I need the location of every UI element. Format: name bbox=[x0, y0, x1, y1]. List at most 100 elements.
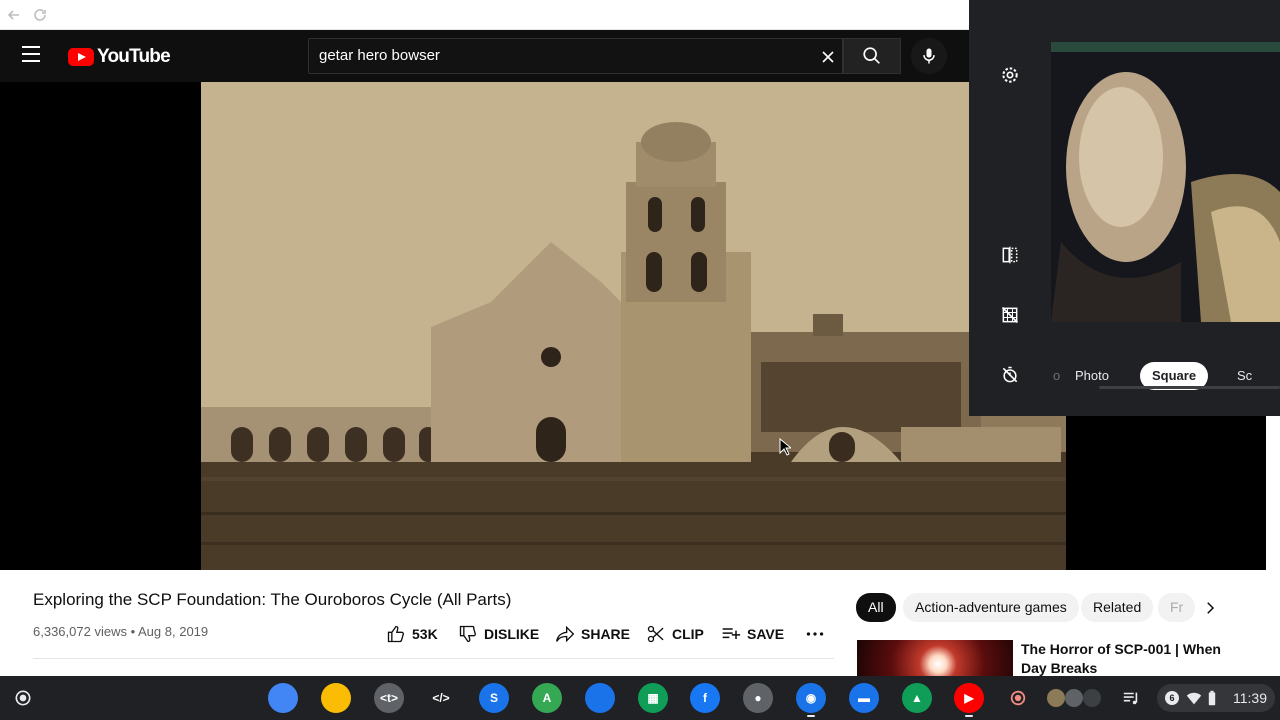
dislike-label: DISLIKE bbox=[484, 626, 540, 642]
mode-track bbox=[1099, 386, 1280, 389]
camera-app-window: o Photo Square Sc bbox=[969, 0, 1280, 416]
clip-label: CLIP bbox=[672, 626, 704, 642]
running-indicator bbox=[807, 715, 815, 717]
view-count: 6,336,072 views bbox=[33, 624, 127, 639]
camera-preview bbox=[1051, 42, 1280, 322]
camera-icon: ◉ bbox=[805, 691, 817, 705]
share-icon bbox=[556, 625, 575, 643]
shelf-app-youtube[interactable]: ▶ bbox=[954, 683, 984, 713]
shelf-app-files[interactable]: ▬ bbox=[849, 683, 879, 713]
shelf-app-text-editor[interactable]: <t> bbox=[374, 683, 404, 713]
clock: 11:39 bbox=[1233, 690, 1267, 706]
shelf-app-rocket[interactable]: ▲ bbox=[902, 683, 932, 713]
youtube-icon: ▶ bbox=[964, 691, 974, 705]
shelf-app-facebook[interactable]: f bbox=[690, 683, 720, 713]
recommended-video-thumbnail[interactable] bbox=[857, 640, 1013, 680]
chip-all[interactable]: All bbox=[856, 593, 896, 622]
timer-off-icon bbox=[1002, 366, 1018, 383]
camera-settings-button[interactable] bbox=[997, 62, 1023, 88]
shelf-app-assistant[interactable]: ● bbox=[743, 683, 773, 713]
shelf-app-chrome[interactable] bbox=[268, 683, 298, 713]
menu-icon[interactable] bbox=[22, 46, 46, 66]
playlist-icon[interactable] bbox=[1121, 688, 1141, 708]
notification-badge: 6 bbox=[1165, 691, 1179, 705]
shelf-app-sheets[interactable]: ▦ bbox=[638, 683, 668, 713]
back-button[interactable] bbox=[4, 5, 24, 25]
gear-icon bbox=[1002, 67, 1018, 83]
info-divider bbox=[33, 658, 834, 659]
screen-record-icon[interactable] bbox=[1008, 688, 1028, 708]
search-icon bbox=[863, 47, 880, 64]
mirror-flip-icon bbox=[1002, 246, 1018, 264]
video-title: Exploring the SCP Foundation: The Ourobo… bbox=[33, 590, 512, 609]
save-button[interactable]: SAVE bbox=[721, 622, 784, 646]
shelf-app-android-app[interactable]: A bbox=[532, 683, 562, 713]
thumbs-up-icon bbox=[387, 625, 404, 643]
video-frame[interactable] bbox=[201, 82, 1066, 570]
status-tray[interactable]: 6 11:39 bbox=[1157, 684, 1275, 712]
search-box bbox=[308, 38, 843, 74]
upload-date: Aug 8, 2019 bbox=[138, 624, 209, 639]
like-button[interactable]: 53K bbox=[386, 622, 438, 646]
share-button[interactable]: SHARE bbox=[555, 622, 630, 646]
rocket-icon: ▲ bbox=[911, 691, 923, 705]
stack-icon: S bbox=[489, 691, 498, 705]
chips-next-button[interactable] bbox=[1198, 596, 1222, 620]
timer-toggle-button[interactable] bbox=[997, 362, 1023, 388]
shelf-app-photos[interactable] bbox=[321, 683, 351, 713]
shelf-app-circle-app[interactable] bbox=[585, 683, 615, 713]
reload-button[interactable] bbox=[30, 5, 50, 25]
like-count: 53K bbox=[412, 626, 438, 642]
scissors-icon bbox=[647, 625, 664, 643]
search-button[interactable] bbox=[843, 38, 901, 74]
chip-related[interactable]: Related bbox=[1081, 593, 1154, 622]
share-label: SHARE bbox=[581, 626, 631, 642]
youtube-header: YouTube bbox=[0, 30, 970, 82]
video-meta: 6,336,072 views • Aug 8, 2019 bbox=[33, 624, 208, 639]
webcam-feed bbox=[1051, 42, 1280, 322]
chevron-right-icon bbox=[1207, 602, 1215, 614]
thumbs-down-icon bbox=[459, 625, 476, 643]
back-arrow-icon bbox=[7, 10, 19, 20]
reload-icon bbox=[34, 9, 46, 21]
code-editor-icon: </> bbox=[432, 691, 450, 705]
clip-button[interactable]: CLIP bbox=[646, 622, 704, 646]
playlist-add-icon bbox=[722, 628, 741, 639]
shelf-app-stack[interactable]: S bbox=[479, 683, 509, 713]
files-icon: ▬ bbox=[858, 691, 870, 705]
save-label: SAVE bbox=[747, 626, 785, 642]
grid-off-icon bbox=[1001, 306, 1019, 324]
shelf-app-code-editor[interactable]: </> bbox=[426, 683, 456, 713]
close-icon bbox=[822, 51, 834, 63]
text-editor-icon: <t> bbox=[379, 691, 398, 705]
sheets-icon: ▦ bbox=[647, 691, 659, 705]
chip-from[interactable]: Fr bbox=[1158, 593, 1196, 622]
launcher-circle-icon bbox=[15, 690, 31, 706]
shelf-app-camera[interactable]: ◉ bbox=[796, 683, 826, 713]
more-horizontal-icon bbox=[806, 632, 824, 636]
meta-separator: • bbox=[126, 624, 139, 639]
dislike-button[interactable]: DISLIKE bbox=[458, 622, 539, 646]
recommended-video-title[interactable]: The Horror of SCP-001 | When Day Breaks bbox=[1021, 640, 1221, 678]
system-shelf: <t> </> S A ▦ f ● ◉ ▬ ▲ ▶ 6 11:39 bbox=[0, 676, 1280, 720]
mouse-cursor-icon bbox=[779, 438, 791, 456]
wifi-icon bbox=[1186, 692, 1202, 705]
mission-church-photo bbox=[201, 82, 1066, 570]
microphone-icon bbox=[923, 48, 935, 64]
battery-icon bbox=[1208, 690, 1216, 706]
search-input[interactable] bbox=[319, 47, 789, 64]
camera-preview-tray-icon[interactable] bbox=[1046, 688, 1104, 708]
running-indicator bbox=[965, 715, 973, 717]
launcher-button[interactable] bbox=[11, 686, 35, 710]
youtube-logo-icon bbox=[68, 48, 94, 66]
more-actions-button[interactable] bbox=[804, 624, 826, 644]
voice-search-button[interactable] bbox=[911, 38, 947, 74]
mirror-button[interactable] bbox=[997, 242, 1023, 268]
android-app-icon: A bbox=[542, 691, 552, 705]
youtube-logo-text: YouTube bbox=[97, 46, 171, 67]
youtube-logo[interactable]: YouTube bbox=[68, 46, 171, 68]
clear-search-button[interactable] bbox=[817, 46, 839, 68]
chip-action-adventure[interactable]: Action-adventure games bbox=[903, 593, 1079, 622]
grid-toggle-button[interactable] bbox=[997, 302, 1023, 328]
camera-mode-selector: o Photo Square Sc bbox=[1051, 358, 1280, 390]
